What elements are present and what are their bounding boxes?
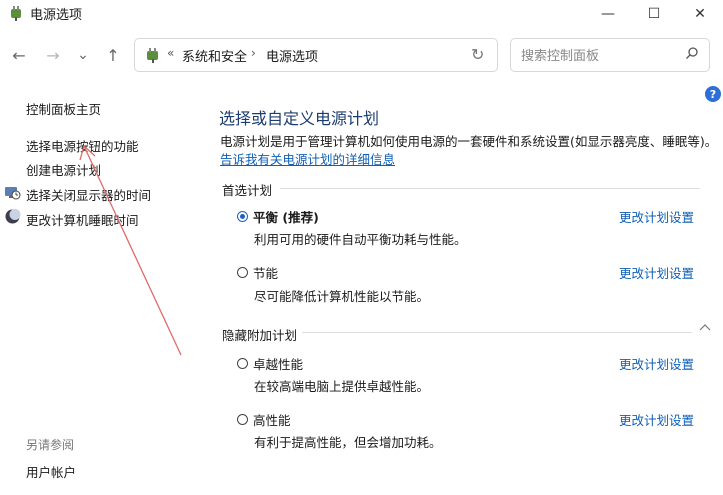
breadcrumb-separator-icon[interactable]: ›: [251, 46, 256, 60]
chevron-up-icon[interactable]: [699, 322, 711, 332]
breadcrumb-overflow-icon[interactable]: «: [167, 46, 174, 60]
power-options-icon: [11, 6, 21, 21]
sidebar-item-display-off-time[interactable]: 选择关闭显示器的时间: [26, 185, 151, 204]
plan-description-power-saver: 尽可能降低计算机性能以节能。: [254, 289, 430, 304]
page-title: 选择或自定义电源计划: [219, 109, 380, 128]
plan-name-balanced[interactable]: 平衡 (推荐): [253, 207, 319, 226]
moon-sleep-icon: [5, 209, 21, 224]
change-plan-settings-link-power-saver[interactable]: 更改计划设置: [619, 263, 694, 282]
section-divider: [280, 188, 700, 189]
sidebar-item-control-panel-home[interactable]: 控制面板主页: [26, 99, 101, 118]
hidden-plans-heading[interactable]: 隐藏附加计划: [222, 325, 297, 344]
minimize-button[interactable]: —: [585, 0, 631, 28]
radio-high-performance[interactable]: [237, 414, 248, 425]
learn-more-link[interactable]: 告诉我有关电源计划的详细信息: [220, 149, 395, 168]
radio-power-saver[interactable]: [237, 267, 248, 278]
radio-balanced[interactable]: [237, 211, 248, 222]
power-options-icon: [147, 48, 158, 63]
change-plan-settings-link-balanced[interactable]: 更改计划设置: [619, 207, 694, 226]
up-button[interactable]: ↑: [102, 44, 124, 66]
refresh-button[interactable]: ↻: [471, 45, 484, 64]
page-description: 电源计划是用于管理计算机如何使用电源的一套硬件和系统设置(如显示器亮度、睡眠等)…: [220, 134, 718, 149]
change-plan-settings-link-ultimate-performance[interactable]: 更改计划设置: [619, 354, 694, 373]
plan-description-balanced: 利用可用的硬件自动平衡功耗与性能。: [254, 232, 467, 247]
plan-name-high-performance[interactable]: 高性能: [253, 410, 291, 429]
title-bar: 电源选项 — ☐ ✕: [0, 0, 723, 28]
search-icon[interactable]: [685, 46, 699, 60]
window-title: 电源选项: [30, 8, 83, 23]
monitor-clock-icon: [5, 187, 21, 200]
sidebar-item-user-accounts[interactable]: 用户帐户: [26, 462, 76, 481]
plan-description-ultimate-performance: 在较高端电脑上提供卓越性能。: [254, 379, 430, 394]
back-button[interactable]: ←: [8, 44, 30, 66]
change-plan-settings-link-high-performance[interactable]: 更改计划设置: [619, 410, 694, 429]
search-box[interactable]: [510, 38, 710, 72]
section-divider: [302, 332, 692, 333]
maximize-button[interactable]: ☐: [631, 0, 677, 28]
sidebar-item-power-button-function[interactable]: 选择电源按钮的功能: [26, 136, 139, 155]
radio-ultimate-performance[interactable]: [237, 358, 248, 369]
search-input[interactable]: [519, 45, 683, 67]
recent-locations-button[interactable]: ⌄: [72, 44, 94, 66]
sidebar-item-create-power-plan[interactable]: 创建电源计划: [26, 160, 101, 179]
breadcrumb-item-power-options[interactable]: 电源选项: [266, 46, 318, 65]
see-also-heading: 另请参阅: [26, 438, 75, 452]
close-button[interactable]: ✕: [677, 0, 723, 28]
forward-button[interactable]: →: [42, 44, 64, 66]
preferred-plans-heading: 首选计划: [222, 183, 273, 198]
plan-name-ultimate-performance[interactable]: 卓越性能: [253, 354, 303, 373]
help-icon[interactable]: ?: [705, 86, 721, 102]
breadcrumb-item-system-security[interactable]: 系统和安全: [182, 46, 247, 65]
plan-description-high-performance: 有利于提高性能，但会增加功耗。: [254, 435, 442, 450]
sidebar-item-sleep-time[interactable]: 更改计算机睡眠时间: [26, 210, 139, 229]
address-bar[interactable]: « 系统和安全 › 电源选项 ↻: [134, 38, 498, 72]
plan-name-power-saver[interactable]: 节能: [253, 263, 278, 282]
